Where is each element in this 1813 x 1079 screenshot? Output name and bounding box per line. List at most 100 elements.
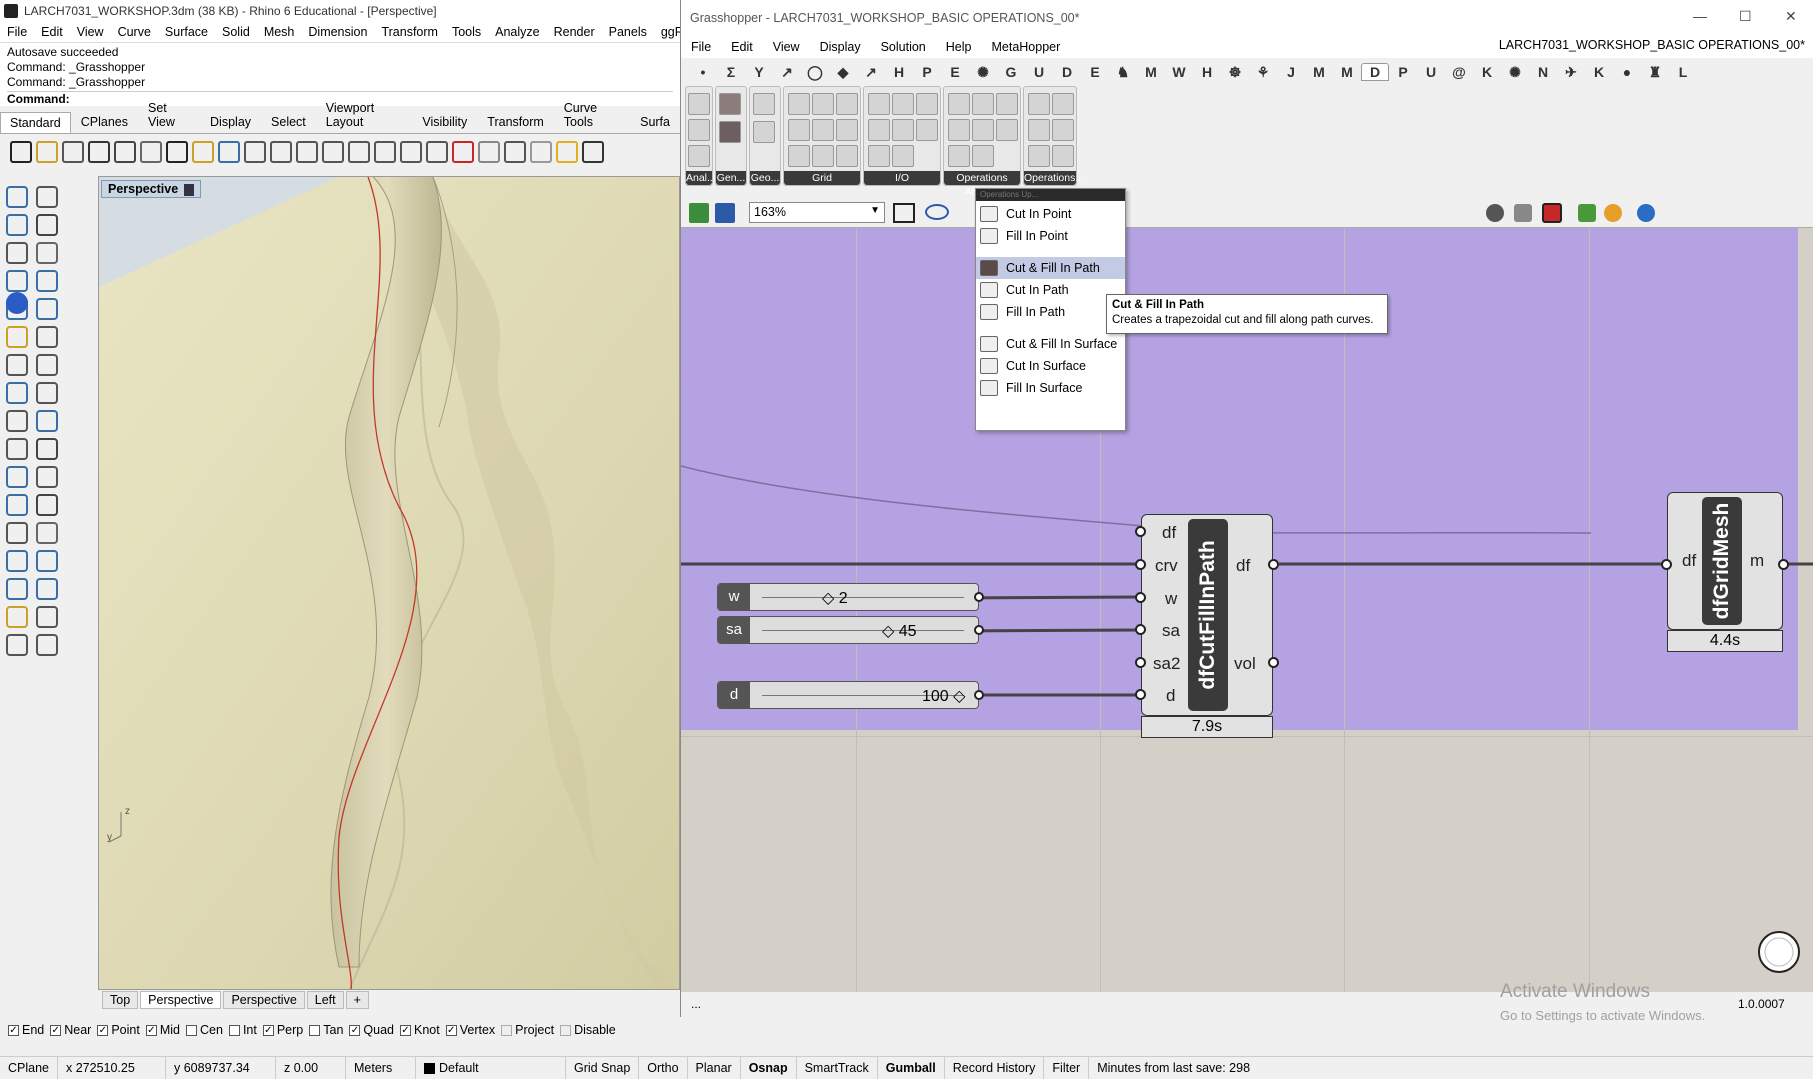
ribbon-group-analysis[interactable]: Anal...: [685, 86, 716, 186]
io-icon[interactable]: [868, 93, 890, 115]
osnap-point[interactable]: ✓ Point: [97, 1023, 140, 1037]
output-grip[interactable]: [1268, 559, 1279, 570]
toolbar-icon[interactable]: [218, 141, 240, 163]
operation-icon[interactable]: [1028, 119, 1050, 141]
toolbar-tab[interactable]: Transform: [477, 111, 554, 133]
operation-icon[interactable]: [1052, 93, 1074, 115]
side-tool-icon[interactable]: [6, 494, 28, 516]
component-tab[interactable]: @: [1445, 64, 1473, 80]
checkbox[interactable]: [228, 1024, 240, 1036]
output-grip[interactable]: [974, 625, 984, 635]
toolbar-icon[interactable]: [296, 141, 318, 163]
side-tool-icon[interactable]: [6, 578, 28, 600]
rhino-menu-item[interactable]: Mesh: [257, 25, 302, 39]
grid-icon[interactable]: [812, 145, 834, 167]
input-grip[interactable]: [1135, 559, 1146, 570]
output-grip[interactable]: [974, 592, 984, 602]
checkbox[interactable]: ✓: [8, 1024, 19, 1036]
status-toggle-filter[interactable]: Filter: [1044, 1057, 1090, 1079]
ribbon-group-geometry[interactable]: Geo...: [749, 86, 781, 186]
analysis-icon[interactable]: [688, 145, 710, 167]
component-tab[interactable]: G: [997, 64, 1025, 80]
io-icon[interactable]: [868, 119, 890, 141]
rhino-menu-item[interactable]: Analyze: [488, 25, 546, 39]
slider-sa[interactable]: sa ◇ 45: [717, 616, 984, 644]
toolbar-tab[interactable]: Viewport Layout: [316, 97, 413, 133]
toolbar-tab[interactable]: Set View: [138, 97, 200, 133]
component-tab[interactable]: ⚘: [1249, 64, 1277, 81]
input-w[interactable]: w: [1165, 589, 1177, 609]
component-tab[interactable]: M: [1137, 64, 1165, 80]
osnap-cen[interactable]: Cen: [186, 1023, 223, 1037]
checkbox[interactable]: ✓: [97, 1024, 109, 1036]
gh-menu-item[interactable]: Help: [936, 40, 982, 54]
grid-icon[interactable]: [788, 119, 810, 141]
component-tab[interactable]: M: [1333, 64, 1361, 80]
side-tool-icon[interactable]: [36, 326, 58, 348]
component-tab[interactable]: •: [689, 64, 717, 80]
close-icon[interactable]: ✕: [1785, 8, 1797, 25]
display-icon[interactable]: [1514, 204, 1532, 222]
rhino-menu-item[interactable]: Surface: [158, 25, 215, 39]
toolbar-icon[interactable]: [374, 141, 396, 163]
status-toggle-osnap[interactable]: Osnap: [741, 1057, 797, 1079]
toolbar-icon[interactable]: [478, 141, 500, 163]
layer-selector[interactable]: Default: [416, 1057, 566, 1079]
ribbon-group-operations[interactable]: Operations...: [1023, 86, 1084, 186]
cplane-label[interactable]: CPlane: [0, 1057, 58, 1079]
perspective-viewport[interactable]: Perspective z y: [98, 176, 680, 990]
checkbox[interactable]: ✓: [445, 1024, 457, 1036]
gh-menu-item[interactable]: Display: [810, 40, 871, 54]
analysis-icon[interactable]: [688, 93, 710, 115]
operation-icon[interactable]: [1052, 119, 1074, 141]
component-tab[interactable]: L: [1669, 64, 1697, 80]
toolbar-tab[interactable]: Visibility: [412, 111, 477, 133]
geometry-icon[interactable]: [753, 93, 775, 115]
status-toggle-grid-snap[interactable]: Grid Snap: [566, 1057, 640, 1079]
generate-icon[interactable]: [719, 93, 741, 115]
sphere-icon[interactable]: [1637, 204, 1655, 222]
osnap-near[interactable]: ✓ Near: [50, 1023, 91, 1037]
toolbar-tab[interactable]: Surfa: [630, 111, 680, 133]
dropdown-item[interactable]: Fill In Surface: [976, 377, 1125, 399]
component-tab[interactable]: Y: [745, 64, 773, 80]
rhino-menu-item[interactable]: Edit: [34, 25, 70, 39]
side-tool-icon[interactable]: [36, 466, 58, 488]
component-tab[interactable]: ✺: [969, 64, 997, 81]
viewport-tab[interactable]: Left: [306, 991, 344, 1009]
toolbar-icon[interactable]: [36, 141, 58, 163]
toolbar-icon[interactable]: [556, 141, 578, 163]
toolbar-icon[interactable]: [322, 141, 344, 163]
toolbar-tab[interactable]: CPlanes: [71, 111, 138, 133]
operation-icon[interactable]: [972, 145, 994, 167]
units-label[interactable]: Meters: [346, 1057, 416, 1079]
output-df[interactable]: df: [1236, 556, 1250, 576]
grid-icon[interactable]: [812, 93, 834, 115]
ribbon-group-operations-absolute[interactable]: Operations Absol...: [943, 86, 1021, 198]
side-tool-icon[interactable]: [6, 606, 28, 628]
io-icon[interactable]: [892, 119, 914, 141]
checkbox[interactable]: ✓: [262, 1024, 274, 1036]
rhino-menu-item[interactable]: Render: [547, 25, 602, 39]
rhino-menu-item[interactable]: Solid: [215, 25, 257, 39]
component-tab[interactable]: P: [1389, 64, 1417, 80]
component-tab[interactable]: D: [1361, 63, 1389, 81]
side-tool-icon[interactable]: [36, 270, 58, 292]
gh-menu-item[interactable]: MetaHopper: [981, 40, 1070, 54]
toolbar-icon[interactable]: [270, 141, 292, 163]
dropdown-item[interactable]: Fill In Point: [976, 225, 1125, 247]
side-tool-icon[interactable]: [6, 410, 28, 432]
ribbon-group-io[interactable]: I/O: [863, 86, 941, 186]
operation-icon[interactable]: [948, 145, 970, 167]
status-toggle-planar[interactable]: Planar: [688, 1057, 741, 1079]
component-tab[interactable]: ◯: [801, 64, 829, 81]
gh-menu-item[interactable]: View: [763, 40, 810, 54]
checkbox[interactable]: [186, 1024, 197, 1036]
display-icon[interactable]: [1486, 204, 1504, 222]
output-grip[interactable]: [1778, 559, 1789, 570]
toolbar-icon[interactable]: [530, 141, 552, 163]
preview-eye-icon[interactable]: [925, 204, 949, 220]
minimize-icon[interactable]: —: [1693, 8, 1707, 24]
side-tool-icon[interactable]: [36, 550, 58, 572]
operation-icon[interactable]: [972, 119, 994, 141]
